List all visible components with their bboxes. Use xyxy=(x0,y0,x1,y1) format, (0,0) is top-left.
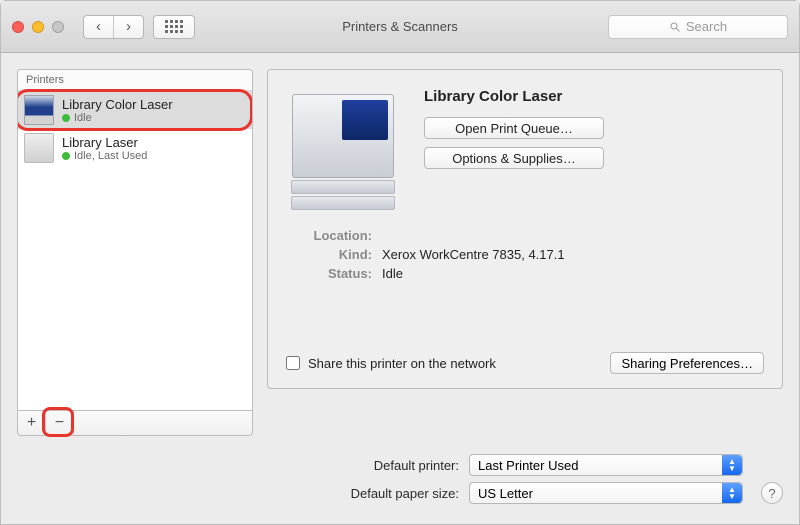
default-paper-value: US Letter xyxy=(478,486,533,501)
share-printer-checkbox[interactable] xyxy=(286,356,300,370)
nav-forward-button[interactable]: › xyxy=(114,16,143,38)
nav-back-forward: ‹ › xyxy=(83,15,144,39)
printer-thumb-icon xyxy=(24,95,54,125)
printer-name: Library Laser xyxy=(62,135,147,150)
add-printer-button[interactable]: + xyxy=(18,411,46,435)
default-printer-label: Default printer: xyxy=(374,458,459,473)
details-info: Location: Kind: Xerox WorkCentre 7835, 4… xyxy=(286,224,764,285)
search-icon xyxy=(669,21,681,33)
printer-row[interactable]: Library Color Laser Idle xyxy=(18,91,252,129)
zoom-window-button[interactable] xyxy=(52,21,64,33)
remove-printer-button[interactable]: − xyxy=(46,411,74,435)
options-supplies-button[interactable]: Options & Supplies… xyxy=(424,147,604,169)
window: ‹ › Printers & Scanners Search Printers xyxy=(0,0,800,525)
printer-row-text: Library Color Laser Idle xyxy=(62,97,173,124)
default-paper-select[interactable]: US Letter ▲▼ xyxy=(469,482,743,504)
share-printer-label: Share this printer on the network xyxy=(308,356,496,371)
minimize-window-button[interactable] xyxy=(32,21,44,33)
kv-kind: Kind: Xerox WorkCentre 7835, 4.17.1 xyxy=(286,247,764,262)
default-printer-row: Default printer: Last Printer Used ▲▼ xyxy=(17,454,783,476)
printer-row[interactable]: Library Laser Idle, Last Used xyxy=(18,129,252,167)
printers-list: Printers Library Color Laser Idle xyxy=(17,69,253,411)
open-print-queue-button[interactable]: Open Print Queue… xyxy=(424,117,604,139)
printer-status: Idle, Last Used xyxy=(62,150,147,162)
close-window-button[interactable] xyxy=(12,21,24,33)
default-paper-label: Default paper size: xyxy=(351,486,459,501)
add-remove-bar: + − xyxy=(17,411,253,436)
printer-status-text: Idle, Last Used xyxy=(74,150,147,162)
select-arrows-icon: ▲▼ xyxy=(722,483,742,503)
printer-status: Idle xyxy=(62,112,173,124)
status-label: Status: xyxy=(286,266,372,281)
search-input[interactable]: Search xyxy=(608,15,788,39)
kind-value: Xerox WorkCentre 7835, 4.17.1 xyxy=(382,247,565,262)
printer-name: Library Color Laser xyxy=(62,97,173,112)
sidebar: Printers Library Color Laser Idle xyxy=(17,69,253,436)
content: Printers Library Color Laser Idle xyxy=(1,53,799,444)
titlebar: ‹ › Printers & Scanners Search xyxy=(1,1,799,53)
details-top: Library Color Laser Open Print Queue… Op… xyxy=(286,88,764,218)
kv-status: Status: Idle xyxy=(286,266,764,281)
select-arrows-icon: ▲▼ xyxy=(722,455,742,475)
window-controls xyxy=(12,21,64,33)
printer-thumb-icon xyxy=(24,133,54,163)
printers-list-header: Printers xyxy=(18,70,252,91)
default-paper-row: Default paper size: US Letter ▲▼ ? xyxy=(17,482,783,504)
status-dot-icon xyxy=(62,114,70,122)
details-actions: Library Color Laser Open Print Queue… Op… xyxy=(424,88,764,218)
nav-back-button[interactable]: ‹ xyxy=(84,16,114,38)
grid-icon xyxy=(165,20,183,33)
status-value: Idle xyxy=(382,266,403,281)
details-pane: Library Color Laser Open Print Queue… Op… xyxy=(267,69,783,389)
printer-row-text: Library Laser Idle, Last Used xyxy=(62,135,147,162)
share-row: Share this printer on the network Sharin… xyxy=(286,352,764,374)
location-label: Location: xyxy=(286,228,372,243)
help-button[interactable]: ? xyxy=(761,482,783,504)
status-dot-icon xyxy=(62,152,70,160)
defaults-section: Default printer: Last Printer Used ▲▼ De… xyxy=(1,444,799,524)
default-printer-value: Last Printer Used xyxy=(478,458,578,473)
sharing-preferences-button[interactable]: Sharing Preferences… xyxy=(610,352,764,374)
printer-status-text: Idle xyxy=(74,112,92,124)
printer-image xyxy=(286,88,404,218)
search-placeholder: Search xyxy=(686,19,727,34)
show-all-button[interactable] xyxy=(153,15,195,39)
kind-label: Kind: xyxy=(286,247,372,262)
kv-location: Location: xyxy=(286,228,764,243)
details-title: Library Color Laser xyxy=(424,88,764,105)
default-printer-select[interactable]: Last Printer Used ▲▼ xyxy=(469,454,743,476)
